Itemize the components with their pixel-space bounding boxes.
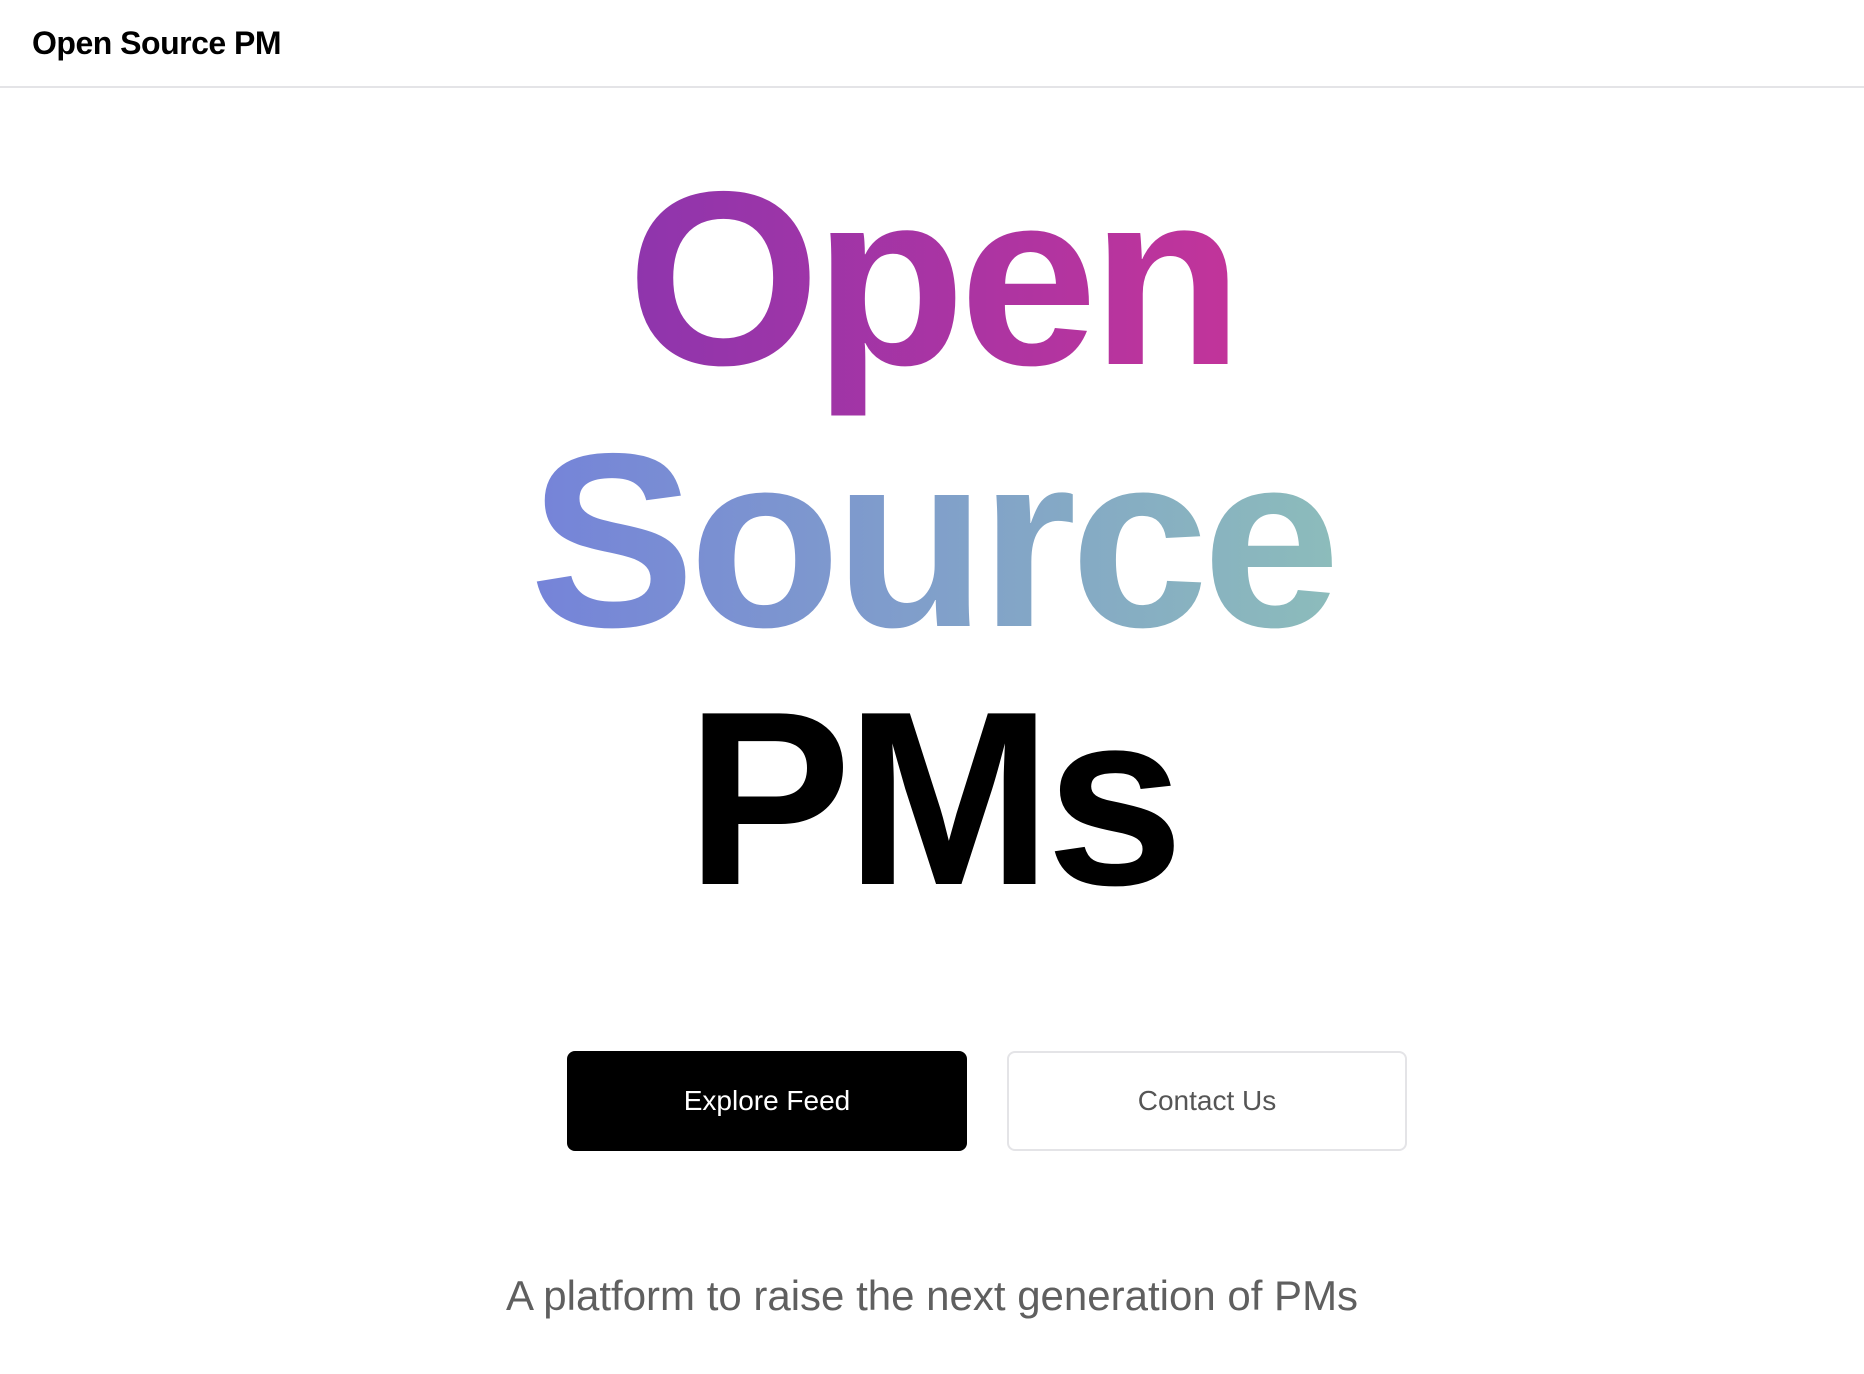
hero-title-line-open: Open: [0, 148, 1864, 408]
hero-title-pms-text: PMs: [686, 659, 1184, 937]
hero-title-line-pms: PMs: [0, 668, 1864, 928]
contact-us-button[interactable]: Contact Us: [1007, 1051, 1407, 1151]
explore-feed-button[interactable]: Explore Feed: [567, 1051, 967, 1151]
hero-tagline: A platform to raise the next generation …: [505, 1272, 1359, 1319]
hero-title-source-text: Source: [529, 401, 1341, 679]
hero-title-open-text: Open: [627, 139, 1243, 417]
hero-title-line-source: Source: [0, 410, 1864, 670]
top-navbar: Open Source PM: [0, 0, 1864, 88]
brand-logo-link[interactable]: Open Source PM: [32, 25, 282, 62]
